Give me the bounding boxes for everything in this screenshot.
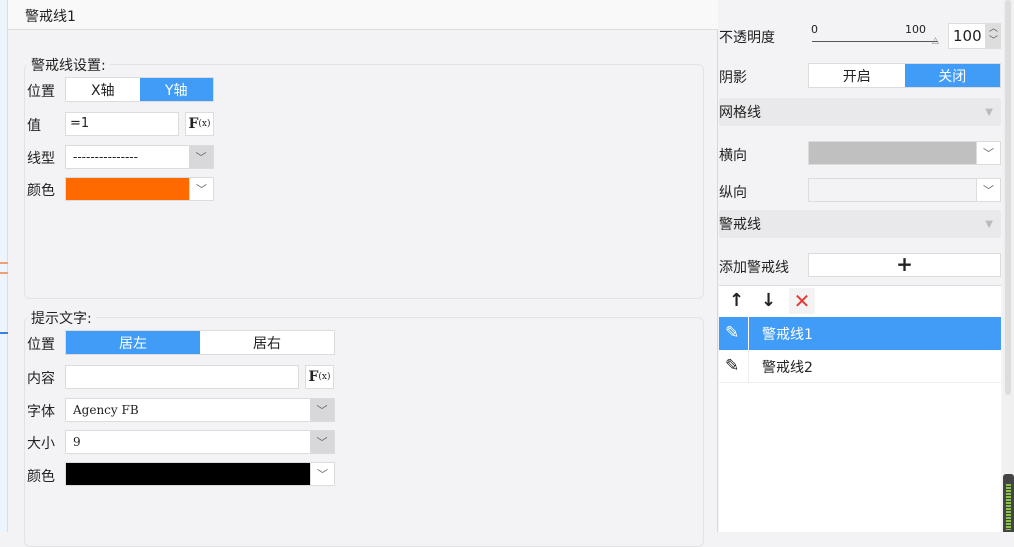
color-label: 颜色 (27, 183, 55, 199)
vertical-label: 纵向 (719, 185, 747, 201)
slider-max: 100 (905, 23, 926, 36)
text-color-picker[interactable]: ﹀ (65, 462, 335, 486)
axis-toggle[interactable]: X轴 Y轴 (65, 77, 214, 102)
delete-icon[interactable]: ✕ (789, 288, 815, 314)
list-item[interactable]: ✎ 警戒线2 (719, 350, 1001, 383)
chevron-down-icon[interactable]: ﹀ (976, 179, 1000, 201)
fx-sub: (x) (198, 119, 211, 129)
horizontal-color-picker[interactable]: ﹀ (808, 141, 1001, 165)
vertical-color-picker[interactable]: ﹀ (808, 178, 1001, 202)
size-label: 大小 (27, 436, 55, 452)
alert-line-list: ↑ ↓ ✕ ✎ 警戒线1 ✎ 警戒线2 (719, 285, 1001, 532)
alert-lines-title: 警戒线 (719, 217, 761, 233)
chevron-down-icon[interactable]: ﹀ (189, 146, 213, 168)
slider-thumb[interactable]: △ (932, 36, 939, 46)
position-label: 位置 (27, 84, 55, 100)
shadow-on-option[interactable]: 开启 (809, 64, 905, 87)
fx-label: F (308, 369, 319, 385)
alert-lines-header[interactable]: 警戒线 ▼ (719, 210, 1001, 238)
fx-sub: (x) (318, 372, 331, 382)
slider-min: 0 (811, 23, 818, 36)
horizontal-label: 横向 (719, 148, 747, 164)
content-input[interactable] (65, 365, 299, 389)
pencil-icon[interactable]: ✎ (725, 323, 739, 343)
move-up-icon[interactable]: ↑ (729, 290, 744, 311)
add-alert-line-label: 添加警戒线 (719, 260, 789, 276)
chevron-down-icon[interactable]: ﹀ (976, 142, 1000, 164)
axis-y-option[interactable]: Y轴 (139, 78, 213, 101)
linetype-dropdown[interactable]: --------------- ﹀ (65, 145, 214, 169)
content-label: 内容 (27, 371, 55, 387)
triangle-down-icon: ▼ (985, 218, 993, 230)
grid-lines-title: 网格线 (719, 105, 761, 121)
font-dropdown[interactable]: Agency FB ﹀ (65, 398, 335, 422)
size-value: 9 (73, 435, 81, 449)
pencil-icon[interactable]: ✎ (725, 356, 739, 376)
size-dropdown[interactable]: 9 ﹀ (65, 430, 335, 454)
value-input[interactable]: =1 (65, 112, 179, 136)
list-item-label: 警戒线1 (762, 327, 813, 343)
chevron-down-icon[interactable]: ﹀ (310, 463, 334, 485)
axis-x-option[interactable]: X轴 (66, 78, 140, 101)
level-meter (1003, 474, 1014, 532)
opacity-slider[interactable] (812, 41, 938, 42)
chevron-down-icon[interactable]: ﹀ (310, 431, 334, 453)
color-swatch (66, 178, 189, 200)
opacity-input[interactable]: 100 (948, 23, 986, 49)
list-item-label: 警戒线2 (762, 360, 813, 376)
linetype-value: --------------- (73, 150, 138, 164)
chevron-down-icon[interactable]: ﹀ (310, 399, 334, 421)
list-item[interactable]: ✎ 警戒线1 (719, 317, 1001, 350)
title-bar: 警戒线1 (8, 0, 718, 30)
color-swatch (809, 179, 976, 201)
line-color-picker[interactable]: ﹀ (65, 177, 214, 201)
align-right-option[interactable]: 居右 (200, 331, 334, 354)
position-label: 位置 (27, 337, 55, 353)
opacity-label: 不透明度 (719, 30, 775, 46)
font-value: Agency FB (73, 403, 139, 417)
linetype-label: 线型 (27, 151, 55, 167)
text-align-toggle[interactable]: 居左 居右 (65, 330, 335, 355)
move-down-icon[interactable]: ↓ (761, 290, 776, 311)
fx-label: F (188, 116, 199, 132)
align-left-option[interactable]: 居左 (66, 331, 200, 354)
background-strip (0, 0, 8, 532)
font-label: 字体 (27, 404, 55, 420)
properties-panel: 不透明度 0 100 △ 100 ︿ ﹀ 阴影 开启 关闭 网格线 ▼ 横向 ﹀ 纵… (719, 0, 1003, 532)
alert-line-settings-legend: 警戒线设置: (27, 55, 110, 75)
opacity-spinner[interactable]: ︿ ﹀ (986, 23, 1001, 49)
scrollbar-thumb[interactable] (1005, 0, 1011, 395)
shadow-toggle[interactable]: 开启 关闭 (808, 63, 1001, 88)
color-label: 颜色 (27, 469, 55, 485)
triangle-down-icon: ▼ (985, 106, 993, 118)
color-swatch (66, 463, 310, 485)
scrollbar[interactable] (1003, 0, 1014, 532)
add-alert-line-button[interactable]: + (808, 253, 1001, 277)
formula-button[interactable]: F (x) (305, 365, 334, 389)
dialog-title: 警戒线1 (25, 9, 76, 25)
tip-text-legend: 提示文字: (27, 308, 96, 328)
formula-button[interactable]: F (x) (185, 112, 214, 136)
shadow-off-option[interactable]: 关闭 (904, 64, 1000, 87)
shadow-label: 阴影 (719, 70, 747, 86)
value-label: 值 (27, 118, 41, 134)
chevron-down-icon[interactable]: ﹀ (189, 178, 213, 200)
color-swatch (809, 142, 976, 164)
grid-lines-header[interactable]: 网格线 ▼ (719, 98, 1001, 126)
